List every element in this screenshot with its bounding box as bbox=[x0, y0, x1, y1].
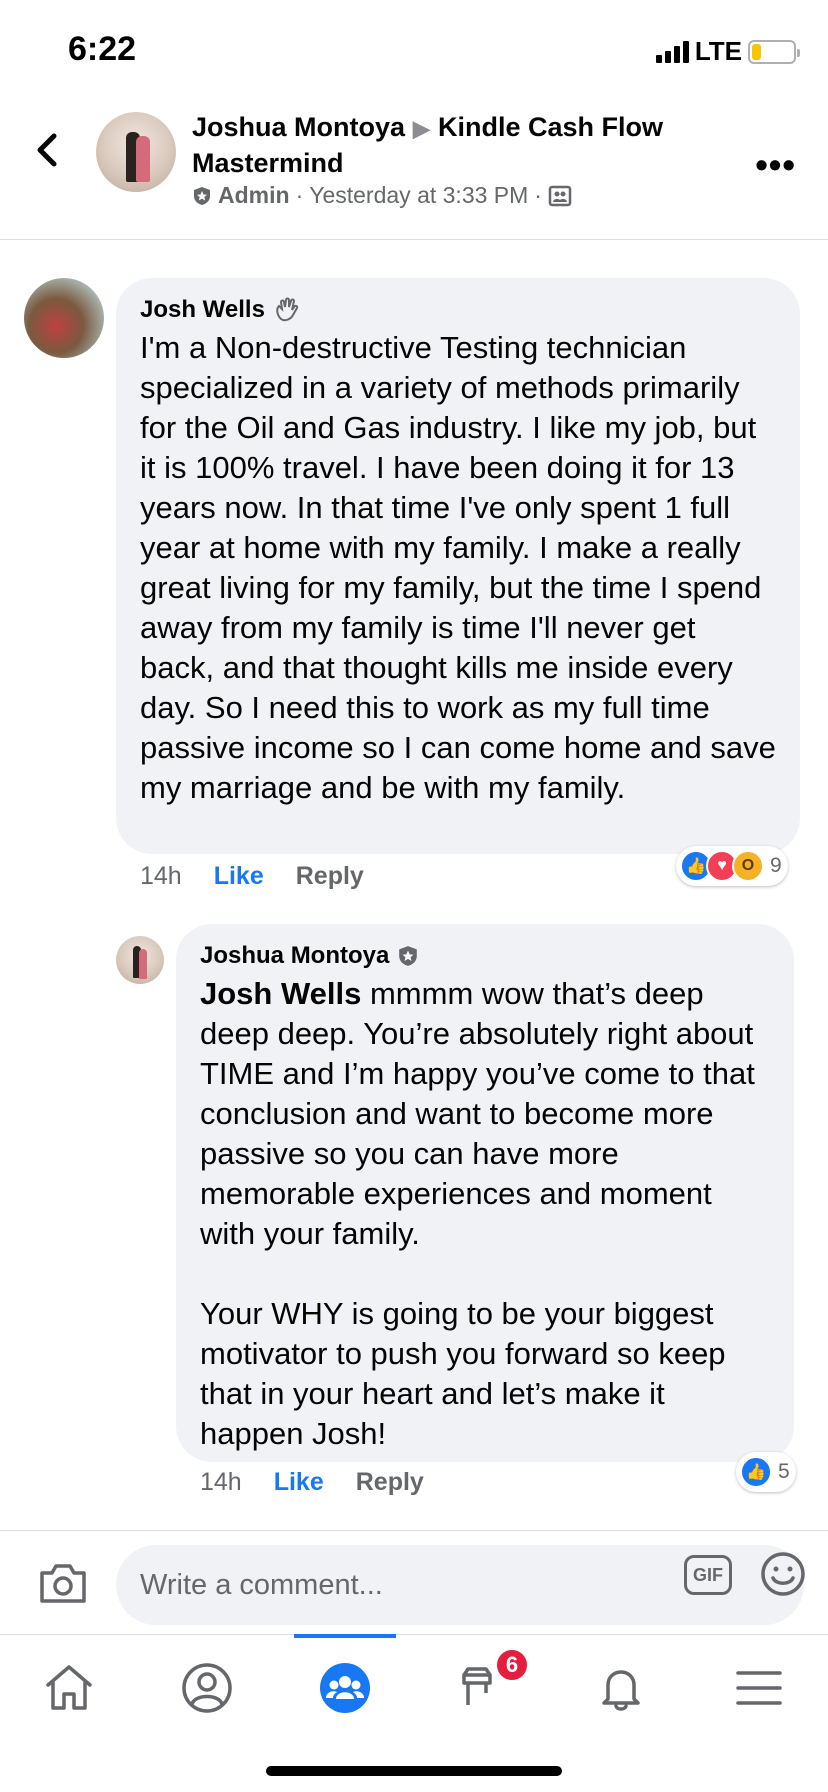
status-indicators: LTE bbox=[655, 36, 800, 67]
wave-icon bbox=[276, 297, 299, 322]
nav-menu[interactable] bbox=[690, 1635, 828, 1740]
nav-notifications[interactable] bbox=[552, 1635, 690, 1740]
meta-separator: · bbox=[534, 182, 542, 208]
reply-avatar[interactable] bbox=[116, 936, 164, 984]
reply-button[interactable]: Reply bbox=[356, 1468, 424, 1497]
arrow-icon: ▶ bbox=[413, 116, 430, 141]
admin-badge-icon bbox=[194, 186, 210, 205]
bottom-nav: 6 bbox=[0, 1634, 828, 1740]
nav-marketplace[interactable]: 6 bbox=[414, 1635, 552, 1740]
post-meta: Admin · Yesterday at 3:33 PM · bbox=[192, 182, 572, 209]
home-icon bbox=[46, 1664, 92, 1710]
emoji-icon[interactable] bbox=[760, 1551, 806, 1597]
meta-separator: · bbox=[295, 182, 304, 208]
status-bar: 6:22 LTE bbox=[0, 0, 828, 100]
post-title: Joshua Montoya ▶ Kindle Cash Flow Mastermi… bbox=[192, 110, 712, 180]
author-name[interactable]: Josh Wells bbox=[140, 296, 265, 324]
reply-button[interactable]: Reply bbox=[296, 862, 364, 891]
post-header: Joshua Montoya ▶ Kindle Cash Flow Mastermi… bbox=[0, 100, 828, 240]
comment-text: I'm a Non-destructive Testing technician… bbox=[140, 330, 785, 805]
reply-text: Josh Wells mmmm wow that’s deep deep dee… bbox=[200, 974, 770, 1454]
group-privacy-icon bbox=[548, 185, 572, 206]
signal-icon bbox=[655, 40, 689, 63]
notification-badge: 6 bbox=[494, 1647, 531, 1683]
commenter-avatar[interactable] bbox=[24, 278, 104, 358]
gif-icon[interactable]: GIF bbox=[684, 1555, 732, 1595]
comment-composer: Write a comment... GIF bbox=[0, 1530, 828, 1634]
network-label: LTE bbox=[694, 36, 742, 66]
reply-author[interactable]: Joshua Montoya bbox=[200, 942, 770, 970]
admin-label: Admin bbox=[218, 182, 290, 208]
like-button[interactable]: Like bbox=[214, 862, 264, 891]
reaction-summary[interactable]: 👍 5 bbox=[736, 1452, 796, 1492]
reaction-count: 9 bbox=[770, 854, 782, 877]
groups-icon bbox=[320, 1662, 370, 1713]
like-button[interactable]: Like bbox=[274, 1468, 324, 1497]
author-name[interactable]: Joshua Montoya bbox=[200, 942, 389, 970]
back-icon[interactable] bbox=[32, 130, 62, 170]
comment-bubble[interactable]: Josh Wells I'm a Non-destructive Testing… bbox=[116, 278, 800, 854]
comment-actions: 14h Like Reply bbox=[140, 862, 364, 891]
nav-home[interactable] bbox=[0, 1635, 138, 1740]
reply-bubble[interactable]: Joshua Montoya Josh Wells mmmm wow that’… bbox=[176, 924, 794, 1462]
poster-name[interactable]: Joshua Montoya bbox=[192, 112, 405, 142]
battery-icon bbox=[748, 39, 800, 64]
comment-time[interactable]: 14h bbox=[140, 862, 182, 891]
wow-icon: O bbox=[732, 850, 764, 882]
home-indicator[interactable] bbox=[266, 1766, 562, 1776]
like-icon: 👍 bbox=[740, 1456, 772, 1488]
nav-groups[interactable] bbox=[276, 1634, 414, 1740]
camera-icon[interactable] bbox=[38, 1561, 88, 1605]
reply-time[interactable]: 14h bbox=[200, 1468, 242, 1497]
reply-actions: 14h Like Reply bbox=[200, 1468, 424, 1497]
reaction-summary[interactable]: 👍 ♥ O 9 bbox=[676, 846, 788, 886]
mention-link[interactable]: Josh Wells bbox=[200, 976, 361, 1011]
profile-icon bbox=[182, 1662, 232, 1713]
admin-badge-icon bbox=[399, 946, 418, 966]
comment-author[interactable]: Josh Wells bbox=[140, 296, 776, 324]
nav-profile[interactable] bbox=[138, 1635, 276, 1740]
post-timestamp[interactable]: Yesterday at 3:33 PM bbox=[309, 182, 528, 209]
reaction-count: 5 bbox=[778, 1460, 790, 1483]
more-options-icon[interactable]: ••• bbox=[755, 144, 796, 186]
poster-avatar[interactable] bbox=[96, 112, 176, 192]
reply-body: mmmm wow that’s deep deep deep. You’re a… bbox=[200, 976, 755, 1451]
status-time: 6:22 bbox=[68, 30, 137, 68]
notifications-icon bbox=[602, 1669, 640, 1711]
menu-icon bbox=[736, 1670, 782, 1705]
